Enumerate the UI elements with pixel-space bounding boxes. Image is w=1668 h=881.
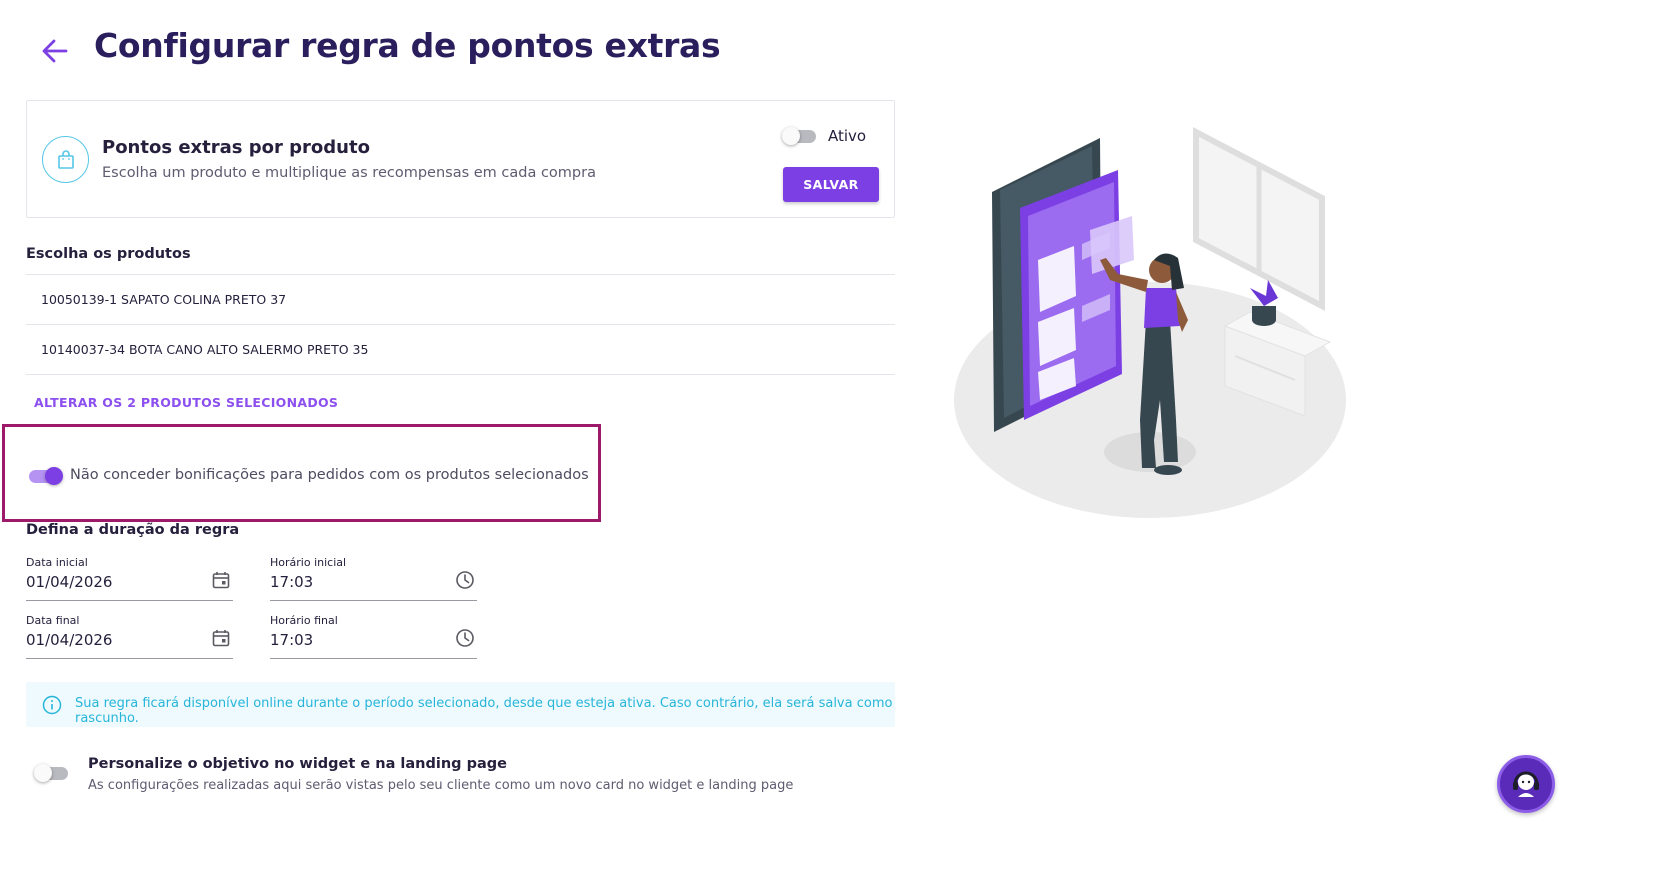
- exclude-bonus-label: Não conceder bonificações para pedidos c…: [70, 467, 589, 483]
- info-icon: [42, 695, 62, 715]
- start-date-label: Data inicial: [26, 556, 88, 569]
- start-date-field[interactable]: Data inicial 01/04/2026: [26, 556, 233, 601]
- start-date-value[interactable]: 01/04/2026: [26, 573, 112, 591]
- end-date-label: Data final: [26, 614, 80, 627]
- toggle-knob: [34, 764, 52, 782]
- widget-customize-subtitle: As configurações realizadas aqui serão v…: [88, 778, 794, 793]
- rule-card-subtitle: Escolha um produto e multiplique as reco…: [102, 165, 596, 181]
- info-banner: Sua regra ficará disponível online duran…: [26, 682, 895, 727]
- start-time-value[interactable]: 17:03: [270, 573, 313, 591]
- change-products-link[interactable]: ALTERAR OS 2 PRODUTOS SELECIONADOS: [34, 395, 338, 410]
- widget-customize-toggle[interactable]: [34, 764, 70, 782]
- rule-card-title: Pontos extras por produto: [102, 137, 370, 158]
- duration-section-title: Defina a duração da regra: [26, 522, 240, 538]
- end-date-value[interactable]: 01/04/2026: [26, 631, 112, 649]
- end-time-field[interactable]: Horário final 17:03: [270, 614, 477, 659]
- active-toggle[interactable]: [782, 127, 818, 145]
- widget-customize-title: Personalize o objetivo no widget e na la…: [88, 756, 507, 772]
- rule-card: Pontos extras por produto Escolha um pro…: [26, 100, 895, 218]
- end-time-value[interactable]: 17:03: [270, 631, 313, 649]
- headset-support-icon: [1513, 771, 1539, 797]
- product-row: 10140037-34 BOTA CANO ALTO SALERMO PRETO…: [26, 325, 895, 375]
- clock-icon[interactable]: [455, 570, 475, 590]
- save-button[interactable]: SALVAR: [783, 167, 879, 202]
- shopping-illustration: [954, 127, 1346, 518]
- start-time-label: Horário inicial: [270, 556, 347, 569]
- toggle-knob: [45, 467, 63, 485]
- start-time-field[interactable]: Horário inicial 17:03: [270, 556, 477, 601]
- products-section-title: Escolha os produtos: [26, 246, 191, 262]
- arrow-left-icon[interactable]: [40, 36, 70, 66]
- exclude-bonus-toggle[interactable]: [27, 467, 63, 485]
- support-chat-button[interactable]: [1497, 755, 1555, 813]
- info-text: Sua regra ficará disponível online duran…: [75, 696, 893, 726]
- shopping-bag-icon: [42, 136, 89, 183]
- page: Configurar regra de pontos extras Pontos…: [0, 0, 1668, 881]
- calendar-icon[interactable]: [211, 570, 231, 590]
- end-date-field[interactable]: Data final 01/04/2026: [26, 614, 233, 659]
- calendar-icon[interactable]: [211, 628, 231, 648]
- product-list: 10050139-1 SAPATO COLINA PRETO 37 101400…: [26, 274, 895, 375]
- end-time-label: Horário final: [270, 614, 338, 627]
- page-title: Configurar regra de pontos extras: [94, 26, 721, 65]
- toggle-knob: [782, 127, 800, 145]
- product-row: 10050139-1 SAPATO COLINA PRETO 37: [26, 275, 895, 325]
- active-label: Ativo: [828, 127, 867, 145]
- clock-icon[interactable]: [455, 628, 475, 648]
